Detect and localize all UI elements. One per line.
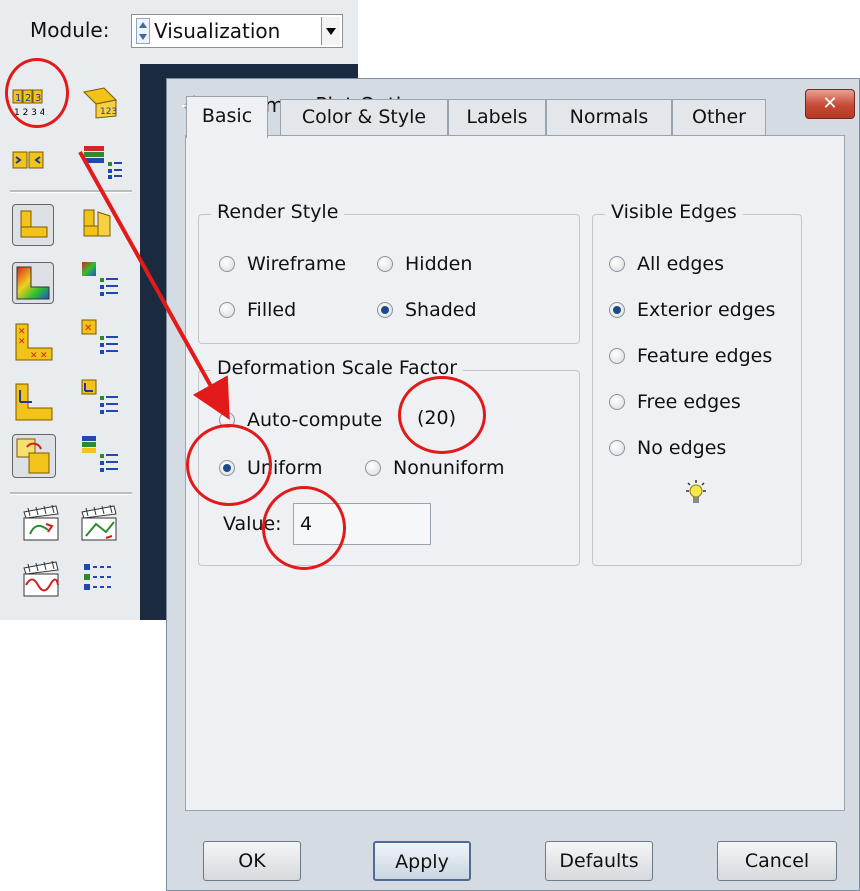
radio-feature-edges[interactable]: Feature edges xyxy=(609,345,772,367)
plot-symbols-icon[interactable]: ✕✕ ✕ ✕ xyxy=(12,320,56,362)
tab-color-style[interactable]: Color & Style xyxy=(280,99,448,135)
plot-contours-icon[interactable] xyxy=(12,262,54,304)
visible-edges-title: Visible Edges xyxy=(605,201,743,223)
svg-text:2: 2 xyxy=(25,93,31,104)
module-select[interactable]: Visualization xyxy=(131,14,343,48)
close-button[interactable]: ✕ xyxy=(805,89,855,119)
render-style-group: Render Style Wireframe Hidden Filled Sha… xyxy=(198,201,580,344)
radio-all-edges[interactable]: All edges xyxy=(609,253,724,275)
value-label: Value: xyxy=(223,513,282,535)
animation-options-icon[interactable] xyxy=(80,562,120,598)
deformation-scale-factor-group: Deformation Scale Factor Auto-compute (2… xyxy=(198,357,580,566)
radio-hidden[interactable]: Hidden xyxy=(377,253,472,275)
radio-auto-compute[interactable]: Auto-compute xyxy=(219,409,382,431)
overlay-plot-options-icon[interactable] xyxy=(80,434,122,476)
common-plot-options-dialog: Common Plot Options ✕ Basic Color & Styl… xyxy=(166,78,860,891)
plot-contours-on-both-shapes-icon[interactable] xyxy=(12,434,56,478)
module-bar: Module: Visualization xyxy=(0,0,358,64)
animate-scale-factor-icon[interactable] xyxy=(22,504,62,542)
deformation-scale-factor-title: Deformation Scale Factor xyxy=(211,357,464,379)
tab-panel-basic: Basic Color & Style Labels Normals Other… xyxy=(185,96,845,811)
contour-options-icon[interactable] xyxy=(80,260,122,300)
animate-harmonic-icon[interactable] xyxy=(22,560,62,598)
toolbox: 1 2 3 1 2 3 4 123 ✕ ✕ ✕ ✕ ✕ xyxy=(0,64,140,620)
module-value: Visualization xyxy=(154,19,281,43)
spinner-icon[interactable] xyxy=(136,18,150,44)
svg-text:3: 3 xyxy=(35,93,41,104)
tab-labels[interactable]: Labels xyxy=(448,99,546,135)
scale-factor-value-input[interactable]: 4 xyxy=(293,503,431,545)
svg-text:1: 1 xyxy=(15,93,21,104)
svg-text:✕: ✕ xyxy=(84,323,92,334)
radio-uniform[interactable]: Uniform xyxy=(219,457,323,479)
symbol-options-icon[interactable]: ✕ xyxy=(80,318,122,358)
radio-filled[interactable]: Filled xyxy=(219,299,296,321)
ply-stack-options-icon[interactable] xyxy=(82,142,124,180)
svg-text:✕: ✕ xyxy=(18,337,26,347)
lightbulb-icon[interactable] xyxy=(683,479,709,509)
auto-compute-value: (20) xyxy=(417,407,457,429)
svg-text:✕: ✕ xyxy=(18,327,26,337)
radio-nonuniform[interactable]: Nonuniform xyxy=(365,457,505,479)
plot-undeformed-shape-icon[interactable] xyxy=(12,204,54,246)
module-label: Module: xyxy=(30,18,110,42)
svg-text:✕: ✕ xyxy=(40,351,48,361)
tab-normals[interactable]: Normals xyxy=(546,99,672,135)
radio-free-edges[interactable]: Free edges xyxy=(609,391,741,413)
cancel-button[interactable]: Cancel xyxy=(717,841,837,881)
radio-wireframe[interactable]: Wireframe xyxy=(219,253,346,275)
defaults-button[interactable]: Defaults xyxy=(545,841,653,881)
tab-other[interactable]: Other xyxy=(672,99,766,135)
radio-exterior-edges[interactable]: Exterior edges xyxy=(609,299,775,321)
allow-multiple-plot-states-icon[interactable] xyxy=(80,206,120,246)
radio-shaded[interactable]: Shaded xyxy=(377,299,477,321)
material-orientation-options-icon[interactable] xyxy=(80,378,122,418)
svg-text:1 2 3 4: 1 2 3 4 xyxy=(14,108,44,118)
view-cut-icon[interactable] xyxy=(12,150,44,170)
close-icon: ✕ xyxy=(822,93,838,114)
plot-material-orientations-icon[interactable] xyxy=(12,380,56,422)
superimpose-options-icon[interactable]: 123 xyxy=(82,86,118,120)
animate-time-history-icon[interactable] xyxy=(80,504,120,542)
ok-button[interactable]: OK xyxy=(203,841,301,881)
render-style-title: Render Style xyxy=(211,201,345,223)
svg-text:123: 123 xyxy=(100,107,117,117)
common-plot-options-icon[interactable]: 1 2 3 1 2 3 4 xyxy=(12,88,44,118)
radio-no-edges[interactable]: No edges xyxy=(609,437,726,459)
apply-button[interactable]: Apply xyxy=(373,841,471,881)
tab-basic[interactable]: Basic xyxy=(186,96,268,138)
visible-edges-group: Visible Edges All edges Exterior edges F… xyxy=(592,201,802,566)
dropdown-arrow-icon[interactable] xyxy=(321,17,340,45)
svg-text:✕: ✕ xyxy=(30,351,38,361)
